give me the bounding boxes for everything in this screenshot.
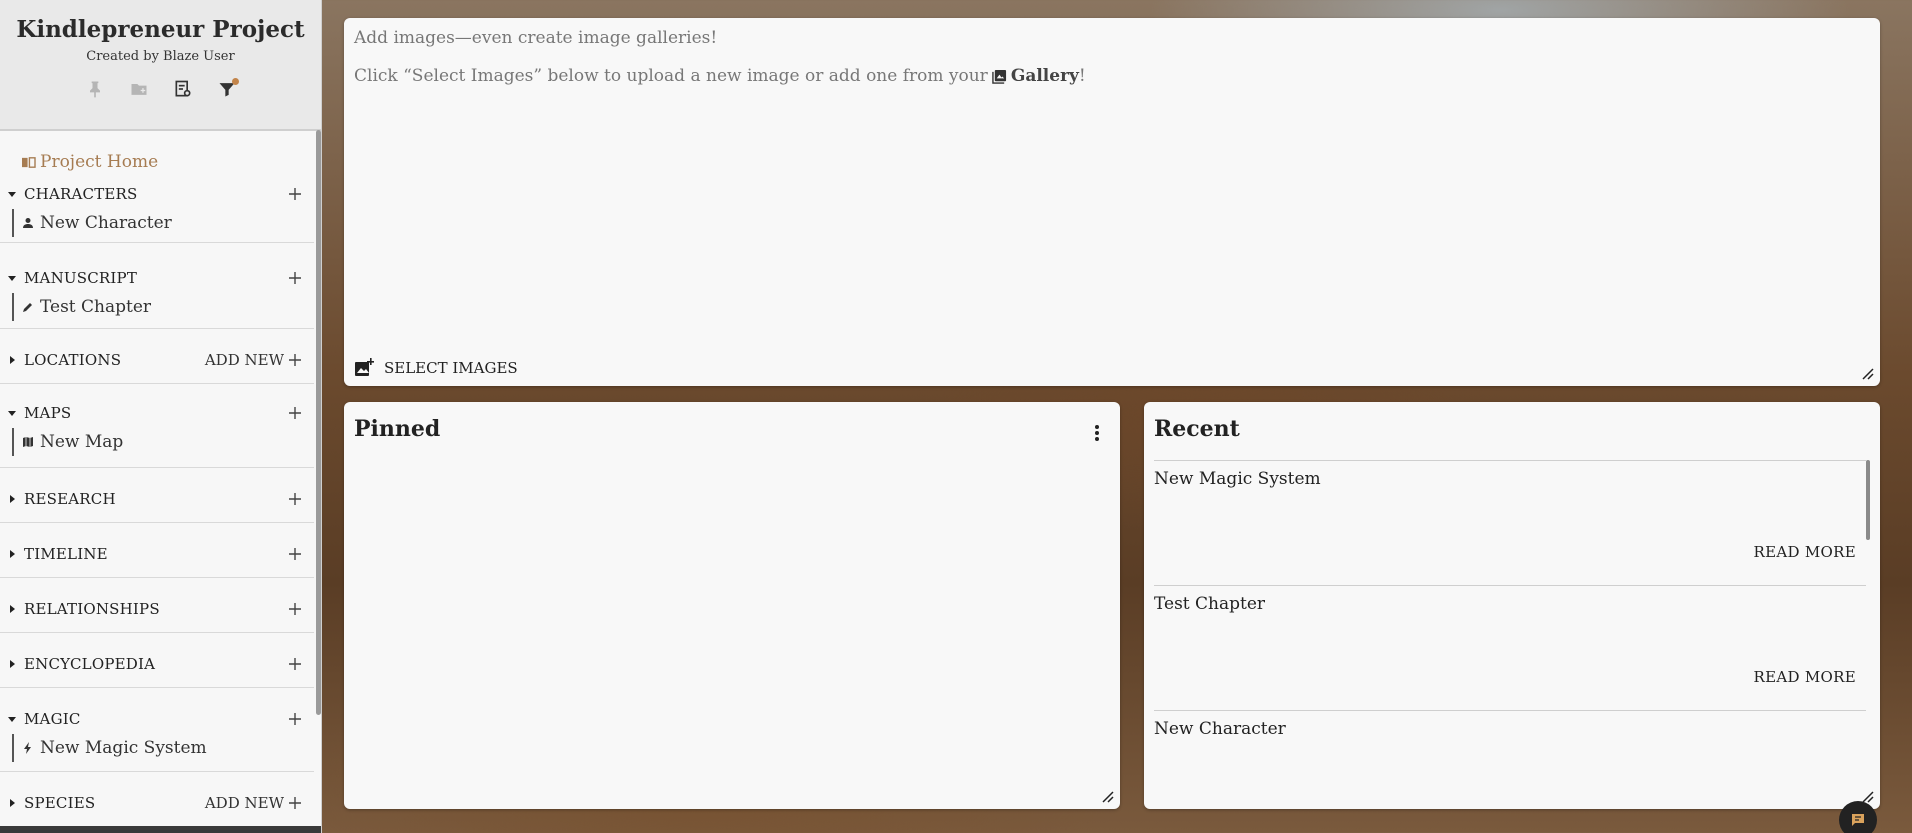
sidebar-item-test-chapter[interactable]: Test Chapter [12,293,314,321]
section-header[interactable]: SPECIES ADD NEW [0,788,314,818]
add-map-button[interactable] [288,406,302,420]
map-icon [23,437,33,447]
section-label: TIMELINE [24,545,108,563]
section-header[interactable]: MAPS [0,398,314,428]
image-gallery-card: Add images—even create image galleries! … [344,18,1880,386]
recent-item-name: New Magic System [1154,469,1321,489]
recent-item-name: Test Chapter [1154,594,1266,614]
sidebar-item-new-map[interactable]: New Map [12,428,314,456]
pinned-title: Pinned [354,416,441,442]
image-instruction-text: Click “Select Images” below to upload a … [354,66,1086,86]
list-item[interactable]: Test Chapter READ MORE [1154,585,1866,710]
read-more-button[interactable]: READ MORE [1754,543,1856,561]
caret-right-icon[interactable] [6,493,18,505]
select-images-button[interactable]: SELECT IMAGES [354,358,518,378]
caret-right-icon[interactable] [6,603,18,615]
gallery-icon [992,69,1006,84]
add-image-icon [355,358,374,376]
sidebar-nav: Project Home CHARACTERS New Character MA… [0,133,314,826]
section-relationships: RELATIONSHIPS [0,578,314,633]
book-search-icon[interactable] [172,78,194,100]
chat-widget-button[interactable] [1839,801,1877,833]
recent-list: New Magic System READ MORE Test Chapter … [1154,460,1866,809]
resize-handle-icon[interactable] [1100,789,1114,803]
caret-down-icon[interactable] [6,188,18,200]
read-more-button[interactable]: READ MORE [1754,668,1856,686]
pencil-icon [23,303,32,312]
image-placeholder-text: Add images—even create image galleries! [354,28,718,48]
section-species: SPECIES ADD NEW [0,772,314,812]
more-options-icon[interactable] [1094,424,1100,442]
add-species-button[interactable]: ADD NEW [205,794,302,812]
caret-right-icon[interactable] [6,354,18,366]
section-characters: CHARACTERS New Character [0,179,314,243]
pin-icon[interactable] [84,78,106,100]
caret-down-icon[interactable] [6,272,18,284]
section-label: MAGIC [24,710,81,728]
caret-right-icon[interactable] [6,797,18,809]
section-header[interactable]: MAGIC [0,704,314,734]
add-encyclopedia-button[interactable] [288,657,302,671]
section-header[interactable]: ENCYCLOPEDIA [0,649,314,679]
gallery-link[interactable]: Gallery [992,66,1079,86]
project-header: Kindlepreneur Project Created by Blaze U… [0,0,321,131]
folder-add-icon[interactable] [128,78,150,100]
section-label: SPECIES [24,794,96,812]
section-encyclopedia: ENCYCLOPEDIA [0,633,314,688]
add-research-button[interactable] [288,492,302,506]
caret-right-icon[interactable] [6,548,18,560]
caret-down-icon[interactable] [6,713,18,725]
section-manuscript: MANUSCRIPT Test Chapter [0,243,314,329]
pinned-card: Pinned [344,402,1120,809]
add-chapter-button[interactable] [288,271,302,285]
book-icon [22,156,36,168]
add-location-button[interactable]: ADD NEW [205,351,302,369]
section-header[interactable]: TIMELINE [0,539,314,569]
section-header[interactable]: CHARACTERS [0,179,314,209]
sidebar-item-new-character[interactable]: New Character [12,209,314,237]
section-header[interactable]: RESEARCH [0,484,314,514]
section-maps: MAPS New Map [0,384,314,468]
recent-scrollbar[interactable] [1866,460,1870,540]
bolt-icon [24,742,31,754]
recent-card: Recent New Magic System READ MORE Test C… [1144,402,1880,809]
section-header[interactable]: RELATIONSHIPS [0,594,314,624]
section-label: RESEARCH [24,490,116,508]
section-magic: MAGIC New Magic System [0,688,314,772]
header-toolbar [0,78,321,100]
filter-icon[interactable] [216,78,239,100]
list-item[interactable]: New Magic System READ MORE [1154,460,1866,585]
list-item[interactable]: New Character [1154,710,1866,809]
sidebar-item-new-magic-system[interactable]: New Magic System [12,734,314,762]
chat-icon [1852,814,1864,826]
sidebar-bottom-bar [0,826,321,833]
section-timeline: TIMELINE [0,523,314,578]
section-label: MANUSCRIPT [24,269,138,287]
add-relationship-button[interactable] [288,602,302,616]
section-label: CHARACTERS [24,185,138,203]
section-research: RESEARCH [0,468,314,523]
project-home-link[interactable]: Project Home [0,133,314,179]
section-label: LOCATIONS [24,351,122,369]
add-character-button[interactable] [288,187,302,201]
recent-item-name: New Character [1154,719,1286,739]
person-icon [23,218,33,228]
section-locations: LOCATIONS ADD NEW [0,329,314,384]
project-title: Kindlepreneur Project [16,16,305,43]
section-label: ENCYCLOPEDIA [24,655,156,673]
section-header[interactable]: MANUSCRIPT [0,263,314,293]
recent-title: Recent [1154,416,1240,442]
sidebar-scrollbar[interactable] [316,130,321,715]
add-timeline-button[interactable] [288,547,302,561]
add-magic-button[interactable] [288,712,302,726]
caret-down-icon[interactable] [6,407,18,419]
section-label: RELATIONSHIPS [24,600,160,618]
sidebar: Kindlepreneur Project Created by Blaze U… [0,0,322,833]
section-header[interactable]: LOCATIONS ADD NEW [0,345,314,375]
caret-right-icon[interactable] [6,658,18,670]
resize-handle-icon[interactable] [1860,366,1874,380]
project-creator: Created by Blaze User [86,49,235,64]
filter-active-dot [231,78,239,85]
section-label: MAPS [24,404,72,422]
